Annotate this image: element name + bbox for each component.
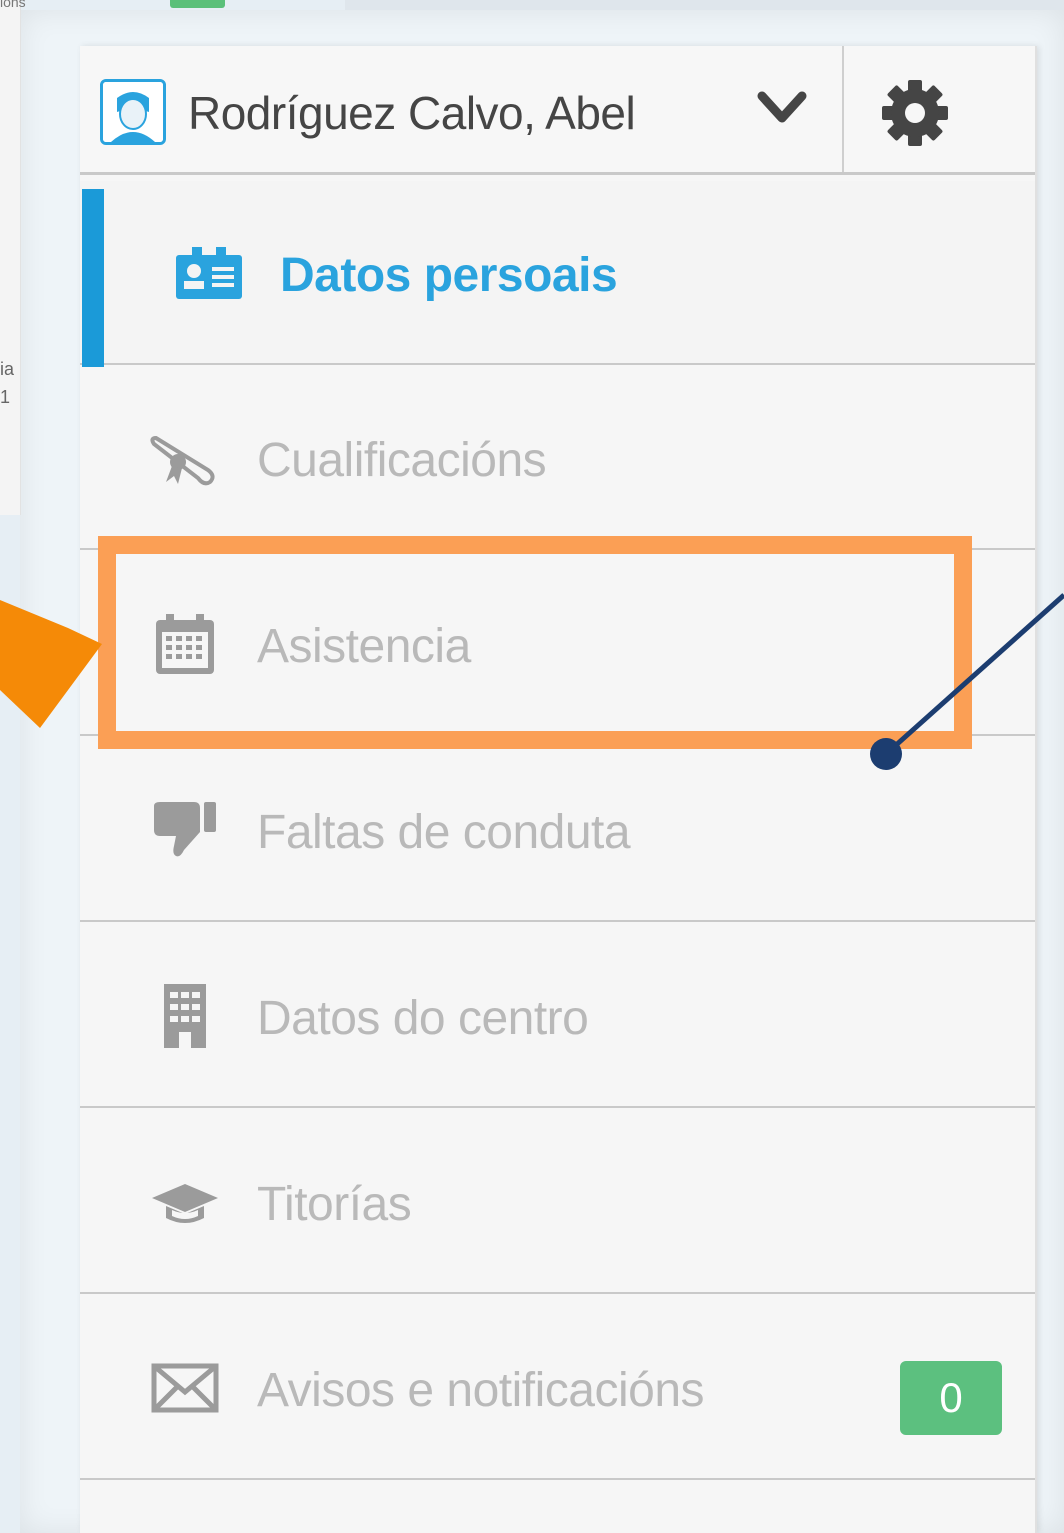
annotation-layer [0, 593, 1064, 770]
orange-arrow [0, 600, 102, 728]
connector-line [884, 593, 1064, 756]
connector-dot [870, 738, 902, 770]
